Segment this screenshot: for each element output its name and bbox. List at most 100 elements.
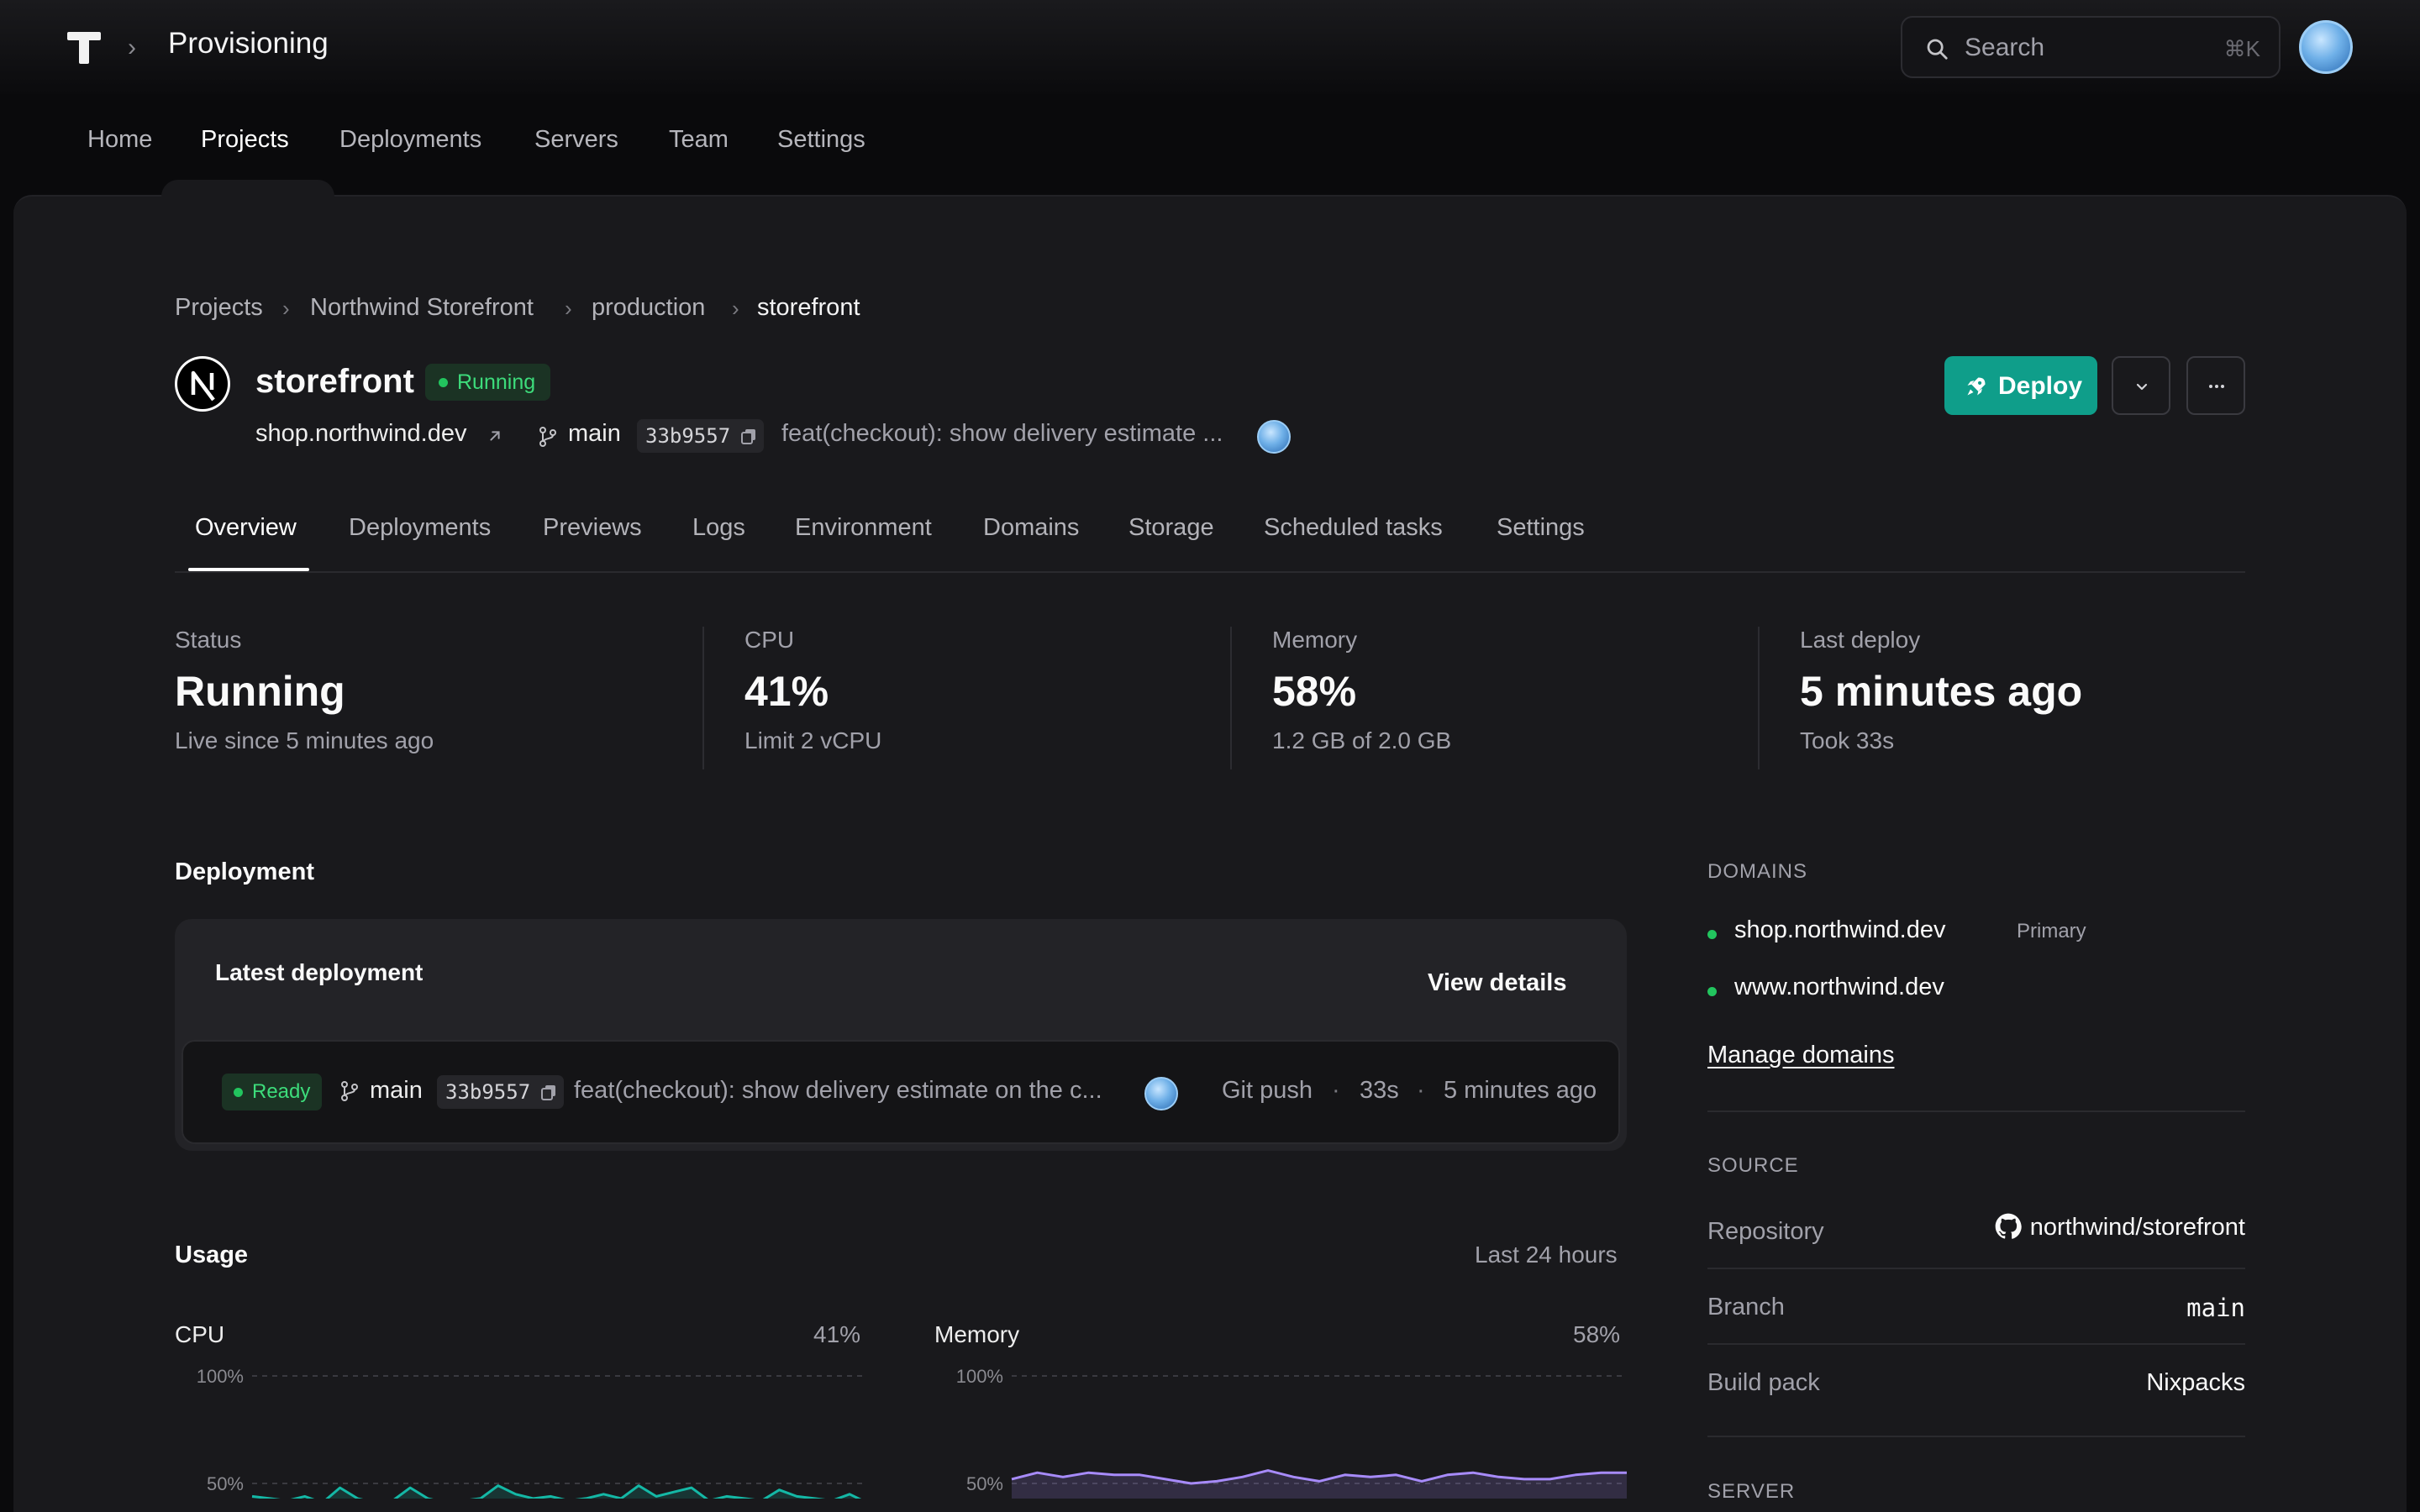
build-pack-label: Build pack: [1707, 1369, 1820, 1396]
deploy-options-button[interactable]: [2112, 356, 2170, 415]
commit-sha: 33b9557: [445, 1080, 531, 1104]
domain-name: shop.northwind.dev: [1734, 916, 1946, 943]
project-tabs: Overview Deployments Previews Logs Envir…: [175, 509, 2245, 573]
deployment-row[interactable]: Ready main 33b9557 feat(checkout): show …: [182, 1040, 1620, 1144]
chevron-right-icon: ›: [282, 296, 290, 321]
stat-label: Memory: [1272, 627, 1358, 653]
divider: [1707, 1268, 2245, 1269]
chevron-down-icon: [2136, 383, 2148, 391]
stat-value: 58%: [1272, 668, 1357, 715]
tab-settings[interactable]: Settings: [1497, 514, 1585, 542]
breadcrumb-production[interactable]: production: [592, 294, 705, 322]
nav-item-team[interactable]: Team: [669, 126, 729, 154]
active-tab-indicator: [188, 568, 309, 571]
commit-sha-chip[interactable]: 33b9557: [637, 419, 765, 453]
status-badge-label: Running: [457, 370, 536, 394]
memory-chart-tick-label: 50%: [966, 1473, 1003, 1494]
nav-item-settings[interactable]: Settings: [777, 126, 865, 154]
stat-label: Status: [175, 627, 242, 653]
ready-badge: Ready: [222, 1074, 323, 1110]
memory-chart-current: 58%: [1573, 1321, 1621, 1347]
nav-item-home[interactable]: Home: [87, 126, 152, 154]
server-header: SERVER: [1707, 1480, 1796, 1503]
search-shortcut: ⌘K: [2223, 36, 2260, 61]
author-avatar: [1257, 420, 1291, 454]
user-avatar[interactable]: [2299, 20, 2353, 74]
branch-name[interactable]: main: [568, 420, 621, 454]
breadcrumb-projects[interactable]: Projects: [175, 294, 263, 322]
branch-value: main: [2186, 1294, 2245, 1322]
app-title: Provisioning: [168, 27, 329, 60]
copy-icon[interactable]: [741, 428, 756, 444]
more-actions-button[interactable]: [2186, 356, 2245, 415]
stat-last-deploy: Last deploy 5 minutes ago Took 33s: [1800, 627, 2304, 754]
separator-dot: ·: [1417, 1077, 1425, 1104]
chevron-right-icon: ›: [128, 34, 136, 61]
tab-storage[interactable]: Storage: [1128, 514, 1214, 542]
usage-range[interactable]: Last 24 hours: [1475, 1242, 1618, 1268]
git-branch-icon: [341, 1081, 358, 1101]
commit-sha: 33b9557: [645, 424, 731, 448]
status-dot-icon: [234, 1088, 243, 1097]
status-badge: Running: [425, 364, 551, 401]
memory-chart-title: Memory: [934, 1321, 1020, 1347]
deployment-sha-chip[interactable]: 33b9557: [437, 1075, 565, 1109]
deploy-button-label: Deploy: [1998, 372, 2083, 400]
repository-name: northwind/storefront: [2029, 1214, 2245, 1241]
view-details-button[interactable]: View details: [1428, 969, 1567, 997]
tab-previews[interactable]: Previews: [543, 514, 642, 542]
deploy-button[interactable]: Deploy: [1944, 356, 2097, 415]
app-logo-icon[interactable]: [67, 32, 101, 64]
nav-item-deployments[interactable]: Deployments: [339, 126, 481, 154]
search-placeholder: Search: [1965, 34, 2045, 61]
status-dot-icon: [439, 378, 448, 387]
stat-sub: Limit 2 vCPU: [744, 727, 882, 753]
tab-logs[interactable]: Logs: [692, 514, 745, 542]
deployment-section-title: Deployment: [175, 858, 314, 885]
tab-deployments[interactable]: Deployments: [349, 514, 491, 542]
project-domain-link[interactable]: shop.northwind.dev: [255, 420, 467, 454]
breadcrumb-northwind-storefront[interactable]: Northwind Storefront: [310, 294, 534, 322]
deployment-duration: 33s: [1360, 1077, 1399, 1104]
tab-domains[interactable]: Domains: [983, 514, 1079, 542]
stat-label: Last deploy: [1800, 627, 1921, 653]
breadcrumb-storefront: storefront: [757, 294, 860, 321]
divider: [1230, 627, 1232, 769]
tab-environment[interactable]: Environment: [795, 514, 932, 542]
tab-overview[interactable]: Overview: [195, 514, 297, 542]
divider: [1758, 627, 1760, 769]
nav-item-servers[interactable]: Servers: [534, 126, 618, 154]
active-nav-indicator: [161, 180, 334, 198]
stat-cpu: CPU 41% Limit 2 vCPU: [744, 627, 1249, 754]
build-pack-value: Nixpacks: [2146, 1369, 2245, 1396]
copy-icon[interactable]: [541, 1084, 556, 1100]
deployment-commit-message: feat(checkout): show delivery estimate o…: [574, 1077, 1102, 1104]
stat-sub: 1.2 GB of 2.0 GB: [1272, 727, 1452, 753]
stat-memory: Memory 58% 1.2 GB of 2.0 GB: [1272, 627, 1776, 754]
top-bar: › Provisioning Search ⌘K: [0, 0, 2420, 94]
stat-status: Status Running Live since 5 minutes ago: [175, 627, 679, 754]
deployment-time: 5 minutes ago: [1444, 1077, 1597, 1104]
cpu-chart-current: 41%: [813, 1321, 861, 1347]
divider: [1707, 1110, 2245, 1112]
stat-value: 41%: [744, 668, 829, 715]
repository-link[interactable]: northwind/storefront: [1995, 1213, 2245, 1242]
external-link-icon: [490, 431, 500, 441]
domain-name: www.northwind.dev: [1734, 974, 1944, 1000]
domains-header: DOMAINS: [1707, 860, 1808, 883]
commit-message[interactable]: feat(checkout): show delivery estimate .…: [781, 420, 1223, 454]
git-branch-icon: [539, 427, 556, 447]
more-horizontal-icon: [2209, 385, 2224, 388]
usage-section-title: Usage: [175, 1242, 249, 1268]
tab-scheduled-tasks[interactable]: Scheduled tasks: [1264, 514, 1443, 542]
cpu-chart-tick-label: 100%: [197, 1366, 244, 1387]
search-input[interactable]: Search ⌘K: [1901, 16, 2281, 78]
latest-deployment-title: Latest deployment: [215, 959, 424, 985]
divider: [1707, 1343, 2245, 1345]
separator-dot: ·: [1332, 1077, 1340, 1104]
manage-domains-link[interactable]: Manage domains: [1707, 1042, 1894, 1069]
status-dot-icon: [1707, 987, 1717, 996]
search-icon: [1927, 39, 1948, 60]
cpu-chart-tick-label: 50%: [207, 1473, 244, 1494]
nav-item-projects[interactable]: Projects: [201, 126, 289, 154]
